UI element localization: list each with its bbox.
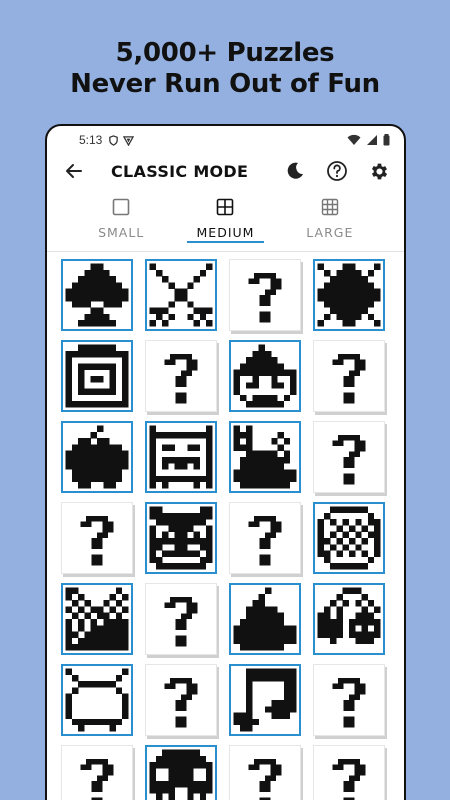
puzzle-tile-unsolved[interactable] (61, 502, 133, 574)
puzzle-grid (47, 259, 404, 800)
question-mark-icon (332, 678, 366, 728)
puzzle-tile-solved[interactable] (145, 421, 217, 493)
sun-pixel-art (317, 263, 381, 327)
skull-pixel-art (149, 749, 213, 800)
size-tabs: SMALL MEDIUM LARGE (47, 192, 404, 252)
back-button[interactable] (59, 156, 89, 186)
apple-pixel-art (65, 425, 129, 489)
page-title: CLASSIC MODE (111, 161, 249, 181)
pill-pixel-art (317, 506, 381, 570)
puzzle-tile-unsolved[interactable] (145, 340, 217, 412)
puzzle-tile-solved[interactable] (229, 340, 301, 412)
puzzle-tile-unsolved[interactable] (145, 583, 217, 655)
wizard-pixel-art (233, 344, 297, 408)
phone-frame: 5:13 CLASSIC MODE SMALL MEDIUM LARGE (45, 124, 406, 800)
app-bar: CLASSIC MODE (47, 154, 404, 188)
puzzle-tile-solved[interactable] (61, 583, 133, 655)
puzzle-tile-unsolved[interactable] (313, 745, 385, 800)
promo-headline: 5,000+ Puzzles Never Run Out of Fun (0, 38, 450, 100)
puzzle-tile-solved[interactable] (61, 421, 133, 493)
grid-3-icon (321, 198, 339, 216)
status-time: 5:13 (79, 133, 103, 147)
moon-icon (287, 162, 303, 179)
robot-pixel-art (149, 425, 213, 489)
tab-small-label: SMALL (98, 225, 145, 240)
puzzle-tile-solved[interactable] (145, 745, 217, 800)
dark-mode-button[interactable] (280, 156, 310, 186)
grid-2-icon (217, 198, 234, 216)
tab-medium[interactable]: MEDIUM (173, 192, 277, 251)
question-mark-icon (164, 678, 198, 728)
question-mark-icon (164, 597, 198, 647)
tab-large[interactable]: LARGE (278, 192, 382, 251)
chocolate-pixel-art (65, 587, 129, 651)
cat-pixel-art (233, 425, 297, 489)
puzzle-tile-solved[interactable] (61, 664, 133, 736)
puzzle-tile-unsolved[interactable] (229, 745, 301, 800)
grid-1-icon (112, 198, 130, 216)
tab-large-label: LARGE (306, 225, 354, 240)
target-box-pixel-art (65, 344, 129, 408)
puzzle-tile-solved[interactable] (229, 583, 301, 655)
wifi-icon (347, 134, 361, 145)
puzzle-tile-solved[interactable] (145, 502, 217, 574)
puzzle-tile-solved[interactable] (145, 259, 217, 331)
question-mark-icon (248, 516, 282, 566)
question-mark-icon (80, 759, 114, 800)
signal-icon (367, 135, 377, 145)
promo-line-2: Never Run Out of Fun (70, 69, 380, 99)
music-note-pixel-art (233, 668, 297, 732)
puzzle-tile-unsolved[interactable] (229, 502, 301, 574)
status-bar: 5:13 (47, 126, 404, 154)
settings-button[interactable] (364, 156, 394, 186)
puzzle-tile-solved[interactable] (313, 583, 385, 655)
question-mark-icon (248, 759, 282, 800)
puzzle-tile-solved[interactable] (313, 502, 385, 574)
puzzle-tile-unsolved[interactable] (145, 664, 217, 736)
puzzle-tile-unsolved[interactable] (313, 340, 385, 412)
shield-icon (109, 134, 119, 146)
puzzle-tile-unsolved[interactable] (313, 421, 385, 493)
question-mark-icon (80, 516, 114, 566)
puzzle-tile-unsolved[interactable] (313, 664, 385, 736)
question-mark-icon (332, 354, 366, 404)
promo-line-1: 5,000+ Puzzles (115, 38, 335, 68)
tab-small[interactable]: SMALL (69, 192, 173, 251)
puzzle-tile-solved[interactable] (61, 259, 133, 331)
crossed-swords-pixel-art (149, 263, 213, 327)
spade-pixel-art (65, 263, 129, 327)
puzzle-tile-unsolved[interactable] (229, 259, 301, 331)
question-mark-icon (332, 435, 366, 485)
help-button[interactable] (322, 156, 352, 186)
puzzle-tile-unsolved[interactable] (61, 745, 133, 800)
gear-icon (371, 163, 387, 179)
question-mark-icon (164, 354, 198, 404)
puzzle-tile-solved[interactable] (61, 340, 133, 412)
help-icon (327, 161, 347, 181)
tv-pixel-art (65, 668, 129, 732)
vpn-icon (123, 135, 135, 146)
puzzle-tile-solved[interactable] (313, 259, 385, 331)
cherries-pixel-art (317, 587, 381, 645)
bear-pixel-art (149, 506, 213, 570)
question-mark-icon (332, 759, 366, 800)
tab-medium-label: MEDIUM (196, 225, 255, 240)
question-mark-icon (248, 273, 282, 323)
puzzle-tile-solved[interactable] (229, 421, 301, 493)
pear-pixel-art (233, 587, 297, 651)
battery-icon (383, 134, 390, 146)
arrow-left-icon (66, 164, 82, 178)
puzzle-tile-solved[interactable] (229, 664, 301, 736)
